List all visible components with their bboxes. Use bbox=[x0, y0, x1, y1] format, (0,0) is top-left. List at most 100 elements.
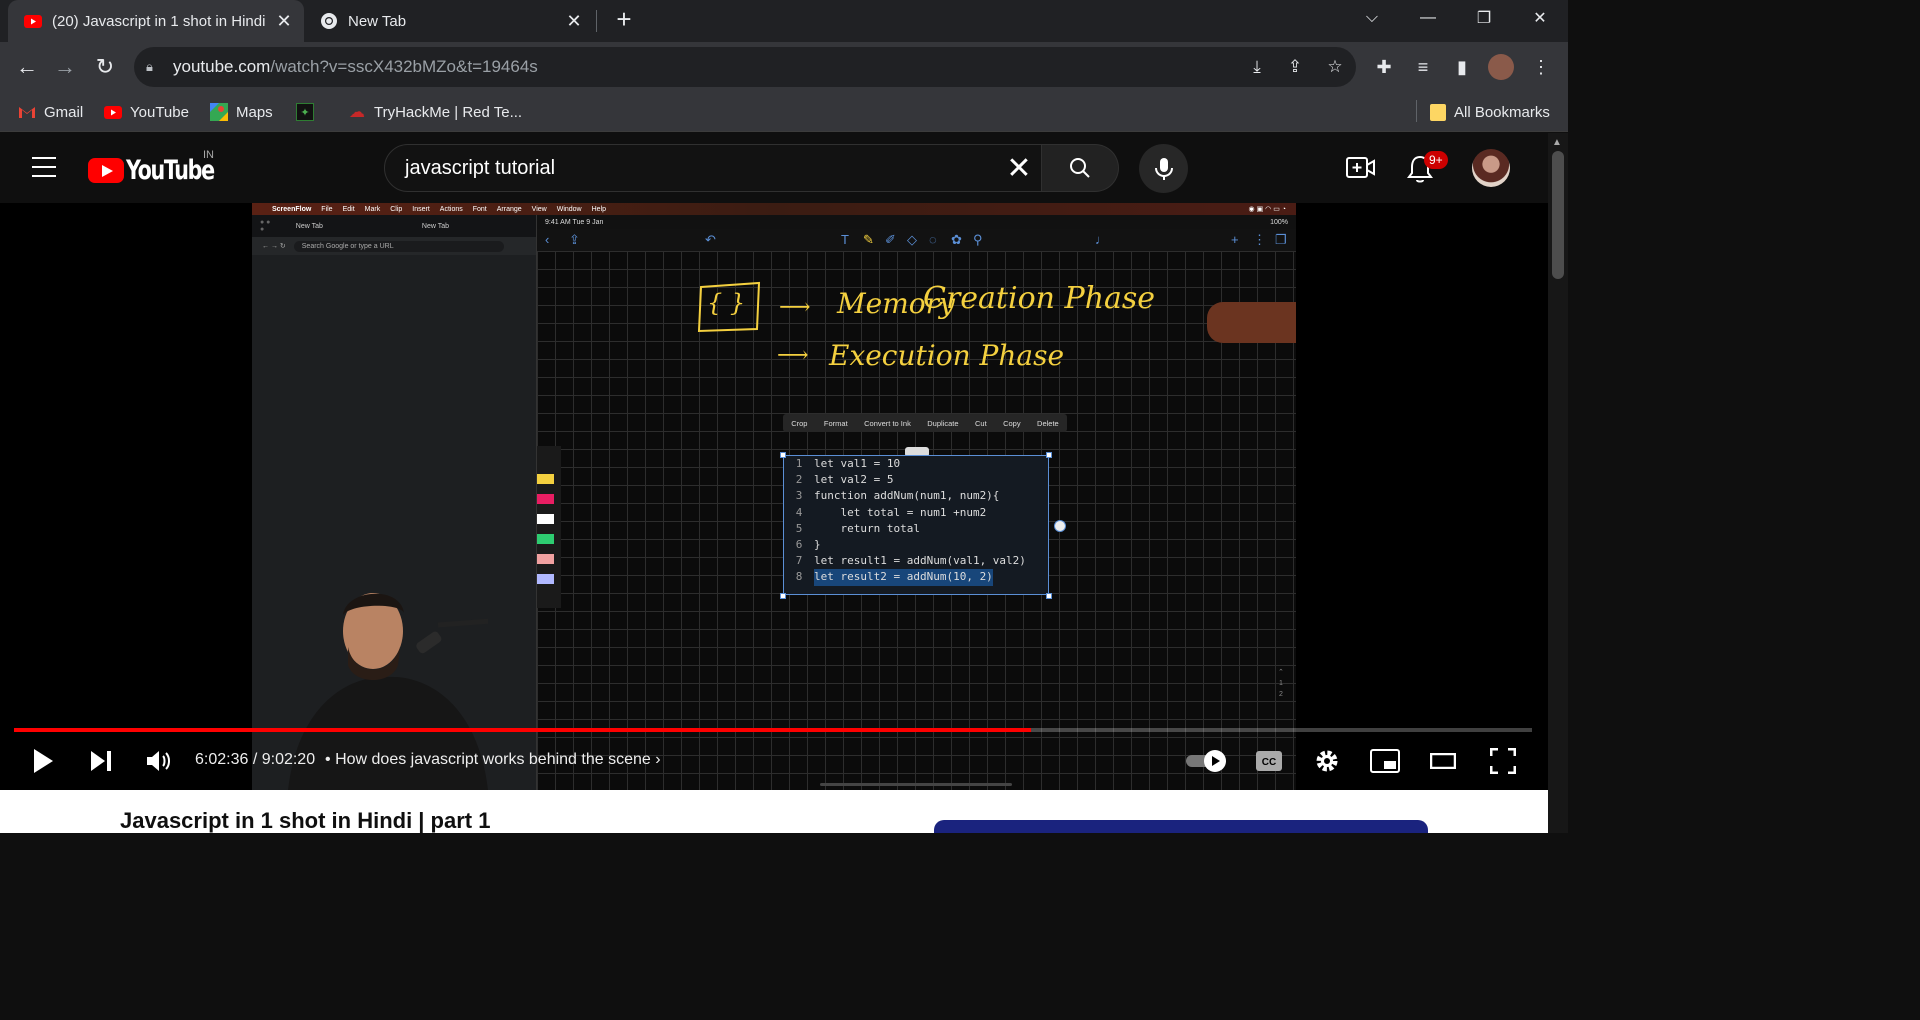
ipad-status-bar: 9:41 AM Tue 9 Jan 100% bbox=[537, 215, 1296, 229]
tab-separator bbox=[596, 10, 597, 32]
mute-button[interactable] bbox=[140, 743, 178, 779]
tab-search-icon[interactable]: ⌵ bbox=[1344, 0, 1400, 36]
code-line: let result2 = addNum(10, 2) bbox=[814, 569, 993, 586]
scroll-up-icon[interactable]: ▲ bbox=[1552, 137, 1562, 148]
microphone-icon bbox=[1154, 157, 1173, 180]
ipad-notes-canvas: 9:41 AM Tue 9 Jan 100% ‹ ⇪ ↶ T ✎ ✐ ◇ ◌ ✿… bbox=[537, 215, 1296, 790]
lock-icon[interactable]: 🔒︎ bbox=[146, 59, 160, 75]
back-chevron-icon: ‹ bbox=[545, 232, 550, 247]
extensions-icon[interactable]: ✚ bbox=[1371, 54, 1397, 80]
menu-item: Arrange bbox=[496, 205, 522, 213]
page-number: 1 bbox=[1278, 680, 1283, 687]
voice-search-button[interactable] bbox=[1139, 144, 1188, 193]
browser-toolbar: ← → ↻ 🔒︎ youtube.com /watch?v=sscX432bMZ… bbox=[0, 42, 1568, 92]
search-input[interactable]: javascript tutorial bbox=[405, 157, 997, 180]
code-line: return total bbox=[814, 521, 920, 535]
new-tab-button[interactable]: + bbox=[610, 6, 638, 34]
search-button[interactable] bbox=[1042, 144, 1119, 192]
clear-search-icon[interactable]: ✕ bbox=[997, 151, 1041, 186]
settings-button[interactable] bbox=[1308, 743, 1346, 779]
bookmark-extension[interactable]: ✦ bbox=[296, 100, 322, 124]
reload-icon[interactable]: ↻ bbox=[90, 52, 120, 82]
bookmark-gmail[interactable]: Gmail bbox=[18, 100, 83, 124]
tab-title: (20) Javascript in 1 shot in Hindi bbox=[52, 12, 266, 30]
bookmark-maps[interactable]: Maps bbox=[210, 100, 273, 124]
youtube-play-logo-icon bbox=[88, 158, 124, 183]
menu-item: Insert bbox=[412, 205, 430, 213]
youtube-logo[interactable]: YouTube IN bbox=[88, 149, 229, 186]
bookmark-tryhackme[interactable]: ☁ TryHackMe | Red Te... bbox=[348, 100, 522, 124]
next-button[interactable] bbox=[82, 743, 120, 779]
tab-strip: (20) Javascript in 1 shot in Hindi ✕ New… bbox=[0, 0, 1568, 42]
braces-note: { } bbox=[707, 289, 746, 317]
code-line: let total = num1 +num2 bbox=[814, 505, 987, 519]
subtitles-button[interactable]: CC bbox=[1250, 743, 1288, 779]
menu-item: View bbox=[531, 205, 547, 213]
media-control-icon[interactable]: ≡ bbox=[1410, 54, 1436, 80]
page-number: 2 bbox=[1278, 691, 1283, 698]
forward-icon[interactable]: → bbox=[50, 52, 80, 82]
country-code: IN bbox=[203, 149, 214, 161]
play-icon bbox=[34, 749, 53, 773]
ad-banner-thumbnail[interactable] bbox=[934, 820, 1428, 833]
profile-avatar[interactable] bbox=[1488, 54, 1514, 80]
maps-icon bbox=[210, 103, 228, 121]
menu-item: Help bbox=[591, 205, 607, 213]
laser-icon: ⚲ bbox=[973, 232, 983, 247]
chapter-title[interactable]: • How does javascript works behind the s… bbox=[325, 751, 661, 769]
url-host: youtube.com bbox=[173, 57, 271, 76]
search-box[interactable]: javascript tutorial ✕ bbox=[384, 144, 1042, 192]
close-tab-icon[interactable]: ✕ bbox=[270, 11, 298, 32]
menu-item: File bbox=[321, 205, 333, 213]
menu-item: Actions bbox=[439, 205, 463, 213]
bookmark-youtube[interactable]: YouTube bbox=[104, 100, 189, 124]
back-icon[interactable]: ← bbox=[12, 52, 42, 82]
bookmark-label: Maps bbox=[236, 103, 273, 121]
chrome-icon bbox=[320, 12, 338, 30]
fullscreen-button[interactable] bbox=[1484, 743, 1522, 779]
autoplay-toggle[interactable] bbox=[1184, 743, 1230, 779]
all-bookmarks[interactable]: All Bookmarks bbox=[1430, 100, 1550, 124]
folder-icon bbox=[1430, 103, 1446, 121]
close-tab-icon[interactable]: ✕ bbox=[560, 11, 588, 32]
video-frame[interactable]: ScreenFlow File Edit Mark Clip Insert Ac… bbox=[252, 203, 1296, 790]
share-icon[interactable]: ⇪ bbox=[1284, 57, 1306, 77]
tab-youtube[interactable]: (20) Javascript in 1 shot in Hindi ✕ bbox=[8, 0, 304, 42]
install-icon[interactable]: ⤓ bbox=[1246, 57, 1268, 77]
menu-duplicate: Duplicate bbox=[927, 418, 959, 428]
bookmarks-bar: Gmail YouTube Maps ✦ ☁ TryHackMe | Red T… bbox=[0, 92, 1568, 132]
minimize-icon[interactable]: — bbox=[1400, 0, 1456, 36]
line-number: 4 bbox=[795, 505, 803, 519]
create-video-icon[interactable] bbox=[1346, 155, 1376, 181]
guide-menu-icon[interactable] bbox=[32, 157, 56, 177]
account-avatar[interactable] bbox=[1472, 149, 1510, 187]
side-panel-icon[interactable]: ▮ bbox=[1449, 54, 1475, 80]
all-bookmarks-label: All Bookmarks bbox=[1454, 103, 1550, 121]
resize-handle bbox=[780, 452, 786, 458]
menu-convert-ink: Convert to Ink bbox=[864, 418, 911, 428]
theater-mode-button[interactable] bbox=[1424, 743, 1462, 779]
share-icon: ⇪ bbox=[569, 232, 580, 247]
menu-item: ScreenFlow bbox=[272, 205, 312, 213]
player-bottom-gradient bbox=[820, 783, 1012, 786]
video-player[interactable]: ScreenFlow File Edit Mark Clip Insert Ac… bbox=[0, 203, 1548, 790]
menu-kebab-icon[interactable]: ⋮ bbox=[1528, 54, 1554, 80]
mic-icon: ♩ bbox=[1095, 232, 1108, 247]
tab-new-tab[interactable]: New Tab ✕ bbox=[304, 0, 594, 42]
traffic-lights-icon: ● ● ● bbox=[260, 219, 271, 233]
arrow-note: ⟶ bbox=[779, 295, 811, 320]
miniplayer-button[interactable] bbox=[1366, 743, 1404, 779]
menu-item: Font bbox=[472, 205, 487, 213]
progress-bar[interactable] bbox=[14, 728, 1532, 732]
scrollbar-thumb[interactable] bbox=[1552, 151, 1564, 279]
play-button[interactable] bbox=[24, 743, 62, 779]
pen-tool-icon: ✎ bbox=[863, 232, 874, 247]
close-window-icon[interactable]: ✕ bbox=[1512, 0, 1568, 36]
mac-menu-bar: ScreenFlow File Edit Mark Clip Insert Ac… bbox=[252, 203, 1296, 215]
page-scrollbar[interactable]: ▲ bbox=[1548, 133, 1568, 833]
bookmark-star-icon[interactable]: ☆ bbox=[1324, 57, 1346, 77]
page-indicator: ⌃ 1 2 bbox=[1278, 667, 1284, 700]
restore-icon[interactable]: ❐ bbox=[1456, 0, 1512, 36]
address-bar[interactable]: 🔒︎ youtube.com /watch?v=sscX432bMZo&t=19… bbox=[134, 47, 1356, 87]
arrow-note: ⟶ bbox=[777, 343, 809, 368]
